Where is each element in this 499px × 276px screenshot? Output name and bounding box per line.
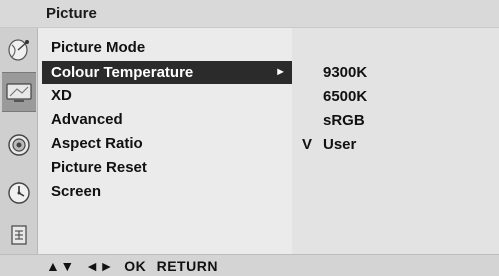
menu-item-label: Colour Temperature bbox=[51, 64, 194, 81]
option-user[interactable]: User bbox=[323, 136, 356, 153]
menu-item-screen[interactable]: Screen bbox=[42, 180, 292, 203]
tv-screen-icon bbox=[6, 83, 32, 102]
option-srgb[interactable]: sRGB bbox=[323, 112, 365, 129]
sidebar-item-time[interactable] bbox=[2, 173, 36, 213]
picture-menu-list: Picture Mode Colour Temperature ► XD Adv… bbox=[38, 28, 292, 254]
menu-item-picture-reset[interactable]: Picture Reset bbox=[42, 156, 292, 179]
ok-hint: OK bbox=[124, 258, 147, 274]
menu-item-xd[interactable]: XD bbox=[42, 84, 292, 107]
satellite-dish-icon bbox=[8, 39, 29, 61]
menu-title: Picture bbox=[46, 5, 97, 22]
clock-icon bbox=[8, 182, 30, 204]
menu-item-aspect-ratio[interactable]: Aspect Ratio bbox=[42, 132, 292, 155]
speaker-icon bbox=[8, 134, 30, 156]
menu-item-colour-temperature[interactable]: Colour Temperature ► bbox=[42, 61, 292, 84]
selected-check-icon: V bbox=[302, 136, 313, 153]
lock-icon bbox=[11, 225, 27, 245]
menu-item-label: XD bbox=[51, 87, 72, 104]
menu-item-label: Screen bbox=[51, 183, 102, 200]
sidebar-item-picture[interactable] bbox=[2, 72, 36, 112]
menu-item-label: Picture Reset bbox=[51, 159, 147, 176]
submenu-arrow-icon: ► bbox=[275, 66, 286, 78]
menu-item-label: Aspect Ratio bbox=[51, 135, 143, 152]
option-6500k[interactable]: 6500K bbox=[323, 88, 367, 105]
navigation-hint-bar: ▲▼ ◄► OK RETURN bbox=[0, 254, 499, 276]
sidebar-item-audio[interactable] bbox=[2, 125, 36, 165]
menu-item-picture-mode[interactable]: Picture Mode bbox=[42, 36, 292, 59]
up-down-arrows-icon: ▲▼ bbox=[46, 258, 75, 274]
menu-item-advanced[interactable]: Advanced bbox=[42, 108, 292, 131]
menu-item-label: Picture Mode bbox=[51, 39, 146, 56]
sidebar-item-setup[interactable] bbox=[2, 30, 36, 70]
navigation-hints: ▲▼ ◄► OK RETURN bbox=[46, 258, 224, 274]
category-icon-sidebar bbox=[0, 28, 38, 254]
left-right-arrows-icon: ◄► bbox=[85, 258, 114, 274]
return-hint: RETURN bbox=[156, 258, 218, 274]
sidebar-item-lock[interactable] bbox=[2, 215, 36, 255]
title-bar: Picture bbox=[0, 0, 499, 28]
option-9300k[interactable]: 9300K bbox=[323, 64, 367, 81]
menu-item-label: Advanced bbox=[51, 111, 123, 128]
colour-temperature-submenu: 9300K 6500K sRGB V User bbox=[292, 28, 499, 254]
